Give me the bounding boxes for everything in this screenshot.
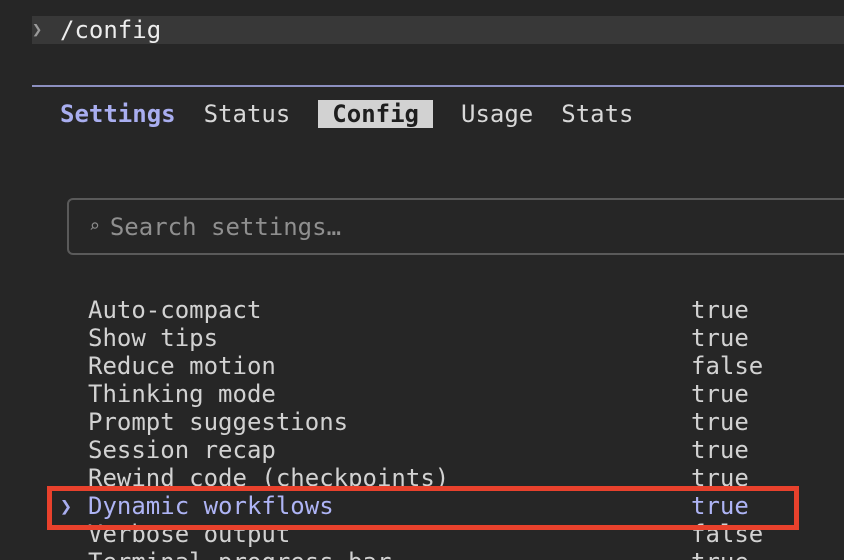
setting-row-show-tips[interactable]: Show tips true xyxy=(60,324,844,352)
selection-cursor-icon: ❯ xyxy=(60,494,73,518)
setting-label: Prompt suggestions xyxy=(88,408,349,436)
setting-row-session-recap[interactable]: Session recap true xyxy=(60,436,844,464)
setting-label: Rewind code (checkpoints) xyxy=(88,464,450,492)
setting-row-thinking-mode[interactable]: Thinking mode true xyxy=(60,380,844,408)
setting-value[interactable]: false xyxy=(691,520,763,548)
search-placeholder: Search settings… xyxy=(109,212,342,241)
settings-title: Settings xyxy=(60,100,176,128)
settings-list: Auto-compact true Show tips true Reduce … xyxy=(60,296,844,560)
setting-value[interactable]: true xyxy=(691,380,749,408)
tab-bar: Settings Status Config Usage Stats xyxy=(60,100,662,128)
tab-stats[interactable]: Stats xyxy=(561,100,633,128)
tab-usage[interactable]: Usage xyxy=(461,100,533,128)
setting-row-terminal-progress-bar[interactable]: Terminal progress bar true xyxy=(60,548,844,560)
terminal-window: { "prompt": { "chevron": "❯", "command":… xyxy=(0,0,844,560)
prompt-chevron-icon: ❯ xyxy=(32,20,43,40)
setting-value[interactable]: true xyxy=(691,436,749,464)
setting-row-reduce-motion[interactable]: Reduce motion false xyxy=(60,352,844,380)
setting-label: Verbose output xyxy=(88,520,291,548)
setting-row-verbose-output[interactable]: Verbose output false xyxy=(60,520,844,548)
setting-label: Reduce motion xyxy=(88,352,276,380)
tab-config[interactable]: Config xyxy=(318,100,433,128)
setting-row-auto-compact[interactable]: Auto-compact true xyxy=(60,296,844,324)
setting-row-rewind-code[interactable]: Rewind code (checkpoints) true xyxy=(60,464,844,492)
setting-value[interactable]: true xyxy=(691,324,749,352)
setting-value[interactable]: true xyxy=(691,464,749,492)
search-icon: ⌕ xyxy=(89,216,100,237)
setting-value[interactable]: true xyxy=(691,492,749,520)
setting-label: Session recap xyxy=(88,436,276,464)
tab-status[interactable]: Status xyxy=(204,100,291,128)
search-input[interactable]: ⌕ Search settings… xyxy=(67,198,844,255)
setting-row-dynamic-workflows[interactable]: ❯ Dynamic workflows true xyxy=(60,492,844,520)
setting-label: Terminal progress bar xyxy=(88,548,391,560)
command-prompt[interactable]: ❯ /config xyxy=(32,16,844,44)
setting-label: Thinking mode xyxy=(88,380,276,408)
setting-label: Dynamic workflows xyxy=(88,492,334,520)
setting-row-prompt-suggestions[interactable]: Prompt suggestions true xyxy=(60,408,844,436)
setting-value[interactable]: true xyxy=(691,296,749,324)
setting-label: Show tips xyxy=(88,324,219,352)
setting-value[interactable]: false xyxy=(691,352,763,380)
prompt-command: /config xyxy=(60,16,162,44)
setting-value[interactable]: true xyxy=(691,408,749,436)
divider xyxy=(32,85,844,87)
setting-label: Auto-compact xyxy=(88,296,262,324)
setting-value[interactable]: true xyxy=(691,548,749,560)
